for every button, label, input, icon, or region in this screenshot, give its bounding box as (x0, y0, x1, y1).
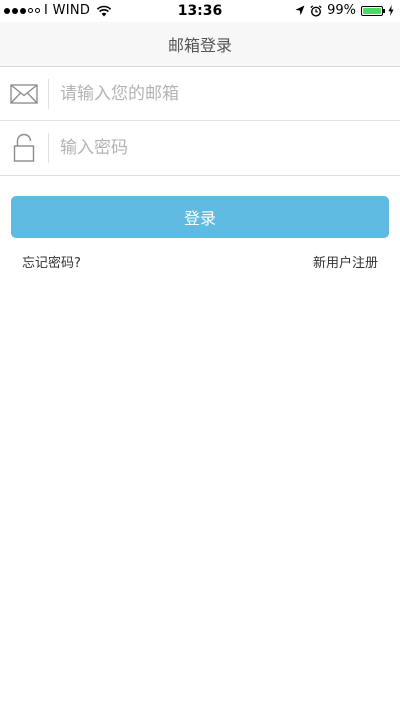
register-link[interactable]: 新用户注册 (313, 252, 378, 271)
navigation-bar: 邮箱登录 (0, 22, 400, 67)
battery-level-fill (363, 7, 381, 14)
envelope-icon (0, 67, 48, 120)
password-field-row (0, 121, 400, 175)
login-screen: I WIND 13:36 99% 邮箱登录 请输入您的邮箱 登录 忘记密码? 新… (0, 0, 400, 710)
password-input[interactable] (60, 138, 400, 158)
battery-percentage: 99% (327, 3, 356, 18)
forgot-password-link[interactable]: 忘记密码? (22, 252, 81, 271)
unlock-icon (0, 121, 48, 175)
field-divider (48, 78, 49, 109)
battery-icon (361, 5, 385, 16)
alarm-icon (310, 4, 322, 17)
charging-bolt-icon (388, 5, 394, 16)
email-input[interactable] (60, 83, 400, 104)
status-bar: I WIND 13:36 99% (0, 0, 400, 22)
status-right: 99% (295, 3, 394, 18)
login-form (0, 67, 400, 176)
location-arrow-icon (295, 5, 305, 16)
field-divider (48, 133, 49, 163)
login-button[interactable]: 登录 (11, 196, 389, 238)
page-title: 邮箱登录 (167, 36, 232, 55)
email-field-row (0, 67, 400, 121)
